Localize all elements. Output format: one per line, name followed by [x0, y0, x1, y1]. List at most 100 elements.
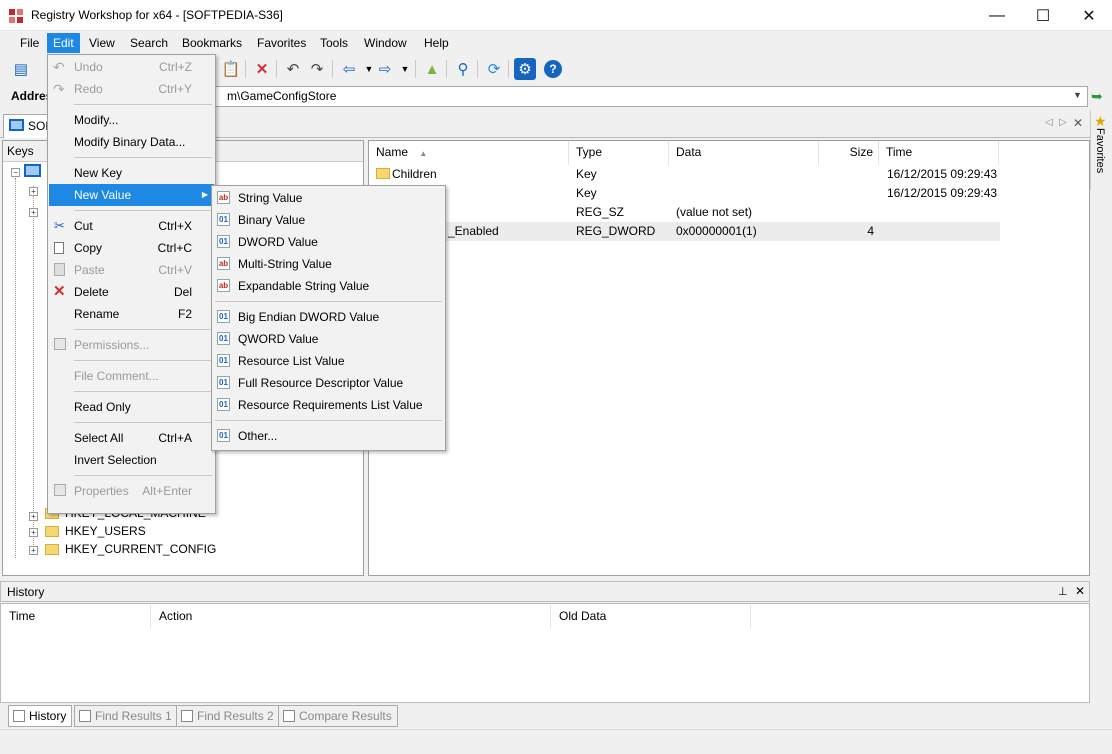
menu-cut[interactable]: ✂ Cut Ctrl+X	[49, 215, 214, 237]
go-arrow-icon[interactable]: ➥	[1091, 88, 1103, 105]
pin-icon[interactable]: ⊥	[1058, 585, 1068, 598]
tree-item-hku[interactable]: HKEY_USERS	[65, 522, 146, 541]
submenu-binary-value[interactable]: 01 Binary Value	[213, 209, 444, 231]
submenu-qword-value[interactable]: 01 QWORD Value	[213, 328, 444, 350]
address-dropdown-icon[interactable]: ▼	[1073, 90, 1082, 100]
menu-rename[interactable]: Rename F2	[49, 303, 214, 325]
bottom-tab-find-results-2[interactable]: Find Results 2	[176, 705, 280, 727]
compare-icon	[283, 710, 295, 722]
undo-toolbar-icon[interactable]: ↶	[282, 58, 304, 80]
redo-toolbar-icon[interactable]: ↷	[306, 58, 328, 80]
submenu-other[interactable]: 01 Other...	[213, 425, 444, 447]
menu-undo[interactable]: ↶ Undo Ctrl+Z	[49, 56, 214, 78]
tree-expand-icon[interactable]: +	[29, 208, 38, 217]
menu-new-value[interactable]: New Value ▶	[49, 184, 214, 206]
bottom-tab-find-results-1[interactable]: Find Results 1	[74, 705, 178, 727]
menu-tools[interactable]: Tools	[314, 33, 354, 53]
column-time[interactable]: Time	[879, 141, 999, 165]
tab-close-icon[interactable]: ✕	[1073, 116, 1083, 130]
tab-scroll-left-icon[interactable]: ◁	[1045, 117, 1053, 128]
window-title: Registry Workshop for x64 - [SOFTPEDIA-S…	[31, 8, 283, 22]
permissions-icon	[54, 338, 66, 350]
menu-read-only[interactable]: Read Only	[49, 396, 214, 418]
toolbar-separator	[245, 60, 246, 78]
submenu-string-value[interactable]: ab String Value	[213, 187, 444, 209]
delete-icon: ✕	[53, 283, 66, 300]
settings-gear-icon[interactable]: ⚙	[514, 58, 536, 80]
history-column-time[interactable]: Time	[1, 605, 151, 628]
menu-edit[interactable]: Edit	[47, 33, 80, 53]
qword-value-icon: 01	[217, 332, 230, 345]
scissors-icon: ✂	[54, 218, 65, 233]
column-name[interactable]: Name ▲	[369, 141, 569, 165]
menu-favorites[interactable]: Favorites	[251, 33, 312, 53]
menu-bookmarks[interactable]: Bookmarks	[176, 33, 248, 53]
history-column-old-data[interactable]: Old Data	[551, 605, 751, 628]
value-time: 16/12/2015 09:29:43	[887, 167, 998, 181]
new-value-submenu-items: ab String Value 01 Binary Value 01 DWORD Va…	[213, 187, 444, 447]
submenu-resource-requirements-list-value[interactable]: 01 Resource Requirements List Value	[213, 394, 444, 416]
submenu-multi-string-value[interactable]: ab Multi-String Value	[213, 253, 444, 275]
column-data[interactable]: Data	[669, 141, 819, 165]
menu-separator	[74, 104, 212, 105]
menu-modify-binary[interactable]: Modify Binary Data...	[49, 131, 214, 153]
paste-icon	[54, 263, 65, 276]
toolbar-separator	[332, 60, 333, 78]
minimize-button[interactable]: —	[974, 0, 1020, 31]
menu-separator	[74, 329, 212, 330]
menu-copy[interactable]: Copy Ctrl+C	[49, 237, 214, 259]
refresh-icon[interactable]: ⟳	[483, 58, 505, 80]
help-icon[interactable]: ?	[544, 60, 562, 78]
tree-expand-icon[interactable]: +	[29, 546, 38, 555]
menu-paste[interactable]: Paste Ctrl+V	[49, 259, 214, 281]
tree-item-hkcc[interactable]: HKEY_CURRENT_CONFIG	[65, 540, 216, 559]
menu-help[interactable]: Help	[418, 33, 455, 53]
toolbar-separator	[446, 60, 447, 78]
value-data: (value not set)	[676, 205, 753, 219]
menu-properties[interactable]: Properties Alt+Enter	[49, 480, 214, 502]
menu-new-key[interactable]: New Key	[49, 162, 214, 184]
menu-redo[interactable]: ↷ Redo Ctrl+Y	[49, 78, 214, 100]
submenu-big-endian-dword-value[interactable]: 01 Big Endian DWORD Value	[213, 306, 444, 328]
paste-toolbar-icon[interactable]: 📋	[220, 58, 242, 80]
delete-toolbar-icon[interactable]: ✕	[251, 58, 273, 80]
bottom-tab-compare-results[interactable]: Compare Results	[278, 705, 398, 727]
new-icon[interactable]: ▤	[10, 58, 32, 80]
menu-modify[interactable]: Modify...	[49, 109, 214, 131]
tab-scroll-right-icon[interactable]: ▷	[1059, 117, 1067, 128]
tree-expand-icon[interactable]: +	[29, 528, 38, 537]
value-name[interactable]: Children	[392, 165, 437, 184]
history-close-icon[interactable]: ✕	[1075, 584, 1085, 598]
menu-invert-selection[interactable]: Invert Selection	[49, 449, 214, 471]
back-icon[interactable]: ⇦	[338, 58, 360, 80]
forward-dropdown-icon[interactable]: ▼	[394, 58, 416, 80]
menu-file-comment[interactable]: File Comment...	[49, 365, 214, 387]
maximize-button[interactable]: ☐	[1020, 0, 1066, 31]
menu-permissions[interactable]: Permissions...	[49, 334, 214, 356]
menu-window[interactable]: Window	[358, 33, 413, 53]
menu-delete[interactable]: ✕ Delete Del	[49, 281, 214, 303]
submenu-full-resource-descriptor-value[interactable]: 01 Full Resource Descriptor Value	[213, 372, 444, 394]
history-column-action[interactable]: Action	[151, 605, 551, 628]
value-time: 16/12/2015 09:29:43	[887, 186, 998, 200]
menu-search[interactable]: Search	[124, 33, 174, 53]
menu-view[interactable]: View	[83, 33, 121, 53]
folder-icon	[45, 544, 59, 555]
up-folder-icon[interactable]: ▲	[421, 58, 443, 80]
submenu-resource-list-value[interactable]: 01 Resource List Value	[213, 350, 444, 372]
submenu-expandable-string-value[interactable]: ab Expandable String Value	[213, 275, 444, 297]
column-type[interactable]: Type	[569, 141, 669, 165]
tree-expand-icon[interactable]: +	[29, 512, 38, 521]
value-name[interactable]: _Enabled	[448, 222, 499, 241]
close-button[interactable]: ✕	[1066, 0, 1112, 31]
find-icon[interactable]: ⚲	[452, 58, 474, 80]
menu-select-all[interactable]: Select All Ctrl+A	[49, 427, 214, 449]
column-size[interactable]: Size	[819, 141, 879, 165]
tree-collapse-icon[interactable]: −	[11, 168, 20, 177]
menu-file[interactable]: File	[14, 33, 45, 53]
bottom-tab-history[interactable]: History	[8, 705, 73, 727]
tree-expand-icon[interactable]: +	[29, 187, 38, 196]
submenu-dword-value[interactable]: 01 DWORD Value	[213, 231, 444, 253]
history-header: History	[0, 581, 1090, 602]
forward-icon[interactable]: ⇨	[374, 58, 396, 80]
